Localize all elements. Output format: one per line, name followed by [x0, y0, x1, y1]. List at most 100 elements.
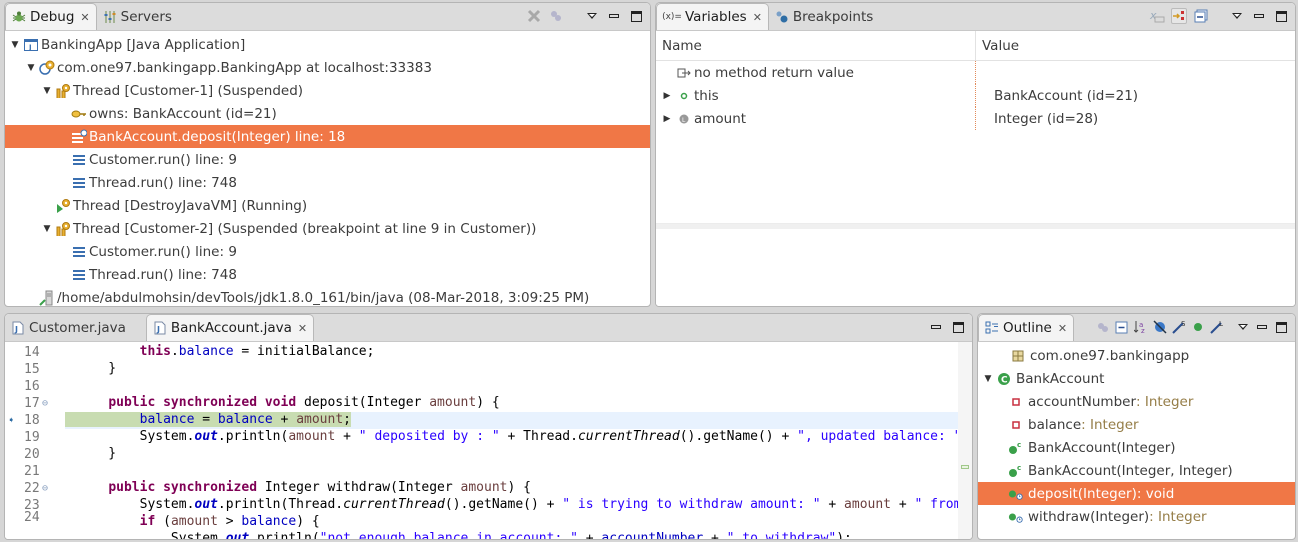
fold-collapse-icon[interactable]: ⊖ — [42, 483, 48, 494]
debug-tree-item-label: Thread [Customer-2] (Suspended (breakpoi… — [73, 220, 537, 237]
tab-variables[interactable]: (x)= Variables ✕ — [656, 3, 769, 30]
stack-frame-icon — [71, 244, 87, 260]
minimize-icon[interactable] — [1254, 319, 1270, 335]
variables-detail-pane[interactable] — [656, 229, 1295, 306]
close-tab-icon[interactable]: ✕ — [753, 11, 762, 24]
debug-tree-item[interactable]: ▼ com.one97.bankingapp.BankingApp at loca… — [5, 56, 650, 79]
maximize-icon[interactable] — [1273, 319, 1289, 335]
debug-tree-item[interactable]: Customer.run() line: 9 — [5, 148, 650, 171]
debug-tree-item-label: /home/abdulmohsin/devTools/jdk1.8.0_161/… — [57, 289, 590, 306]
sync-method-icon — [1008, 509, 1024, 525]
variables-icon: (x)= — [662, 12, 682, 22]
expand-arrow-icon[interactable]: ▶ — [660, 91, 674, 101]
debug-tree-item[interactable]: Thread.run() line: 748 — [5, 263, 650, 286]
fold-collapse-icon[interactable]: ⊖ — [42, 398, 48, 409]
line-number: 24 — [24, 510, 40, 525]
process-icon — [39, 290, 55, 306]
minimize-icon[interactable] — [606, 8, 622, 24]
maximize-icon[interactable] — [628, 8, 644, 24]
close-tab-icon[interactable]: ✕ — [298, 322, 307, 335]
package-icon — [1010, 348, 1026, 364]
code-line: 24 if (amount > balance) { — [5, 510, 972, 531]
outline-item[interactable]: c BankAccount(Integer) — [978, 436, 1295, 459]
sort-icon[interactable]: az — [1133, 319, 1149, 335]
maximize-icon[interactable] — [1273, 8, 1289, 24]
view-options-icon[interactable] — [548, 8, 564, 24]
debug-tree-item[interactable]: Thread.run() line: 748 — [5, 171, 650, 194]
hide-non-public-icon[interactable] — [1190, 319, 1206, 335]
view-menu-icon[interactable] — [584, 8, 600, 24]
collapse-all-icon[interactable] — [1193, 8, 1209, 24]
close-tab-icon[interactable]: ✕ — [80, 11, 89, 24]
focus-on-active-task-icon[interactable] — [1095, 319, 1111, 335]
overview-ruler[interactable] — [958, 342, 972, 539]
debug-tree-item[interactable]: Thread [DestroyJavaVM] (Running) — [5, 194, 650, 217]
hide-static-icon[interactable]: S — [1171, 319, 1187, 335]
view-menu-icon[interactable] — [1229, 8, 1245, 24]
variable-row[interactable]: ▶ this BankAccount (id=21) — [656, 84, 1295, 107]
close-tab-icon[interactable]: ✕ — [1058, 322, 1067, 335]
debug-tree-item-label: BankAccount.deposit(Integer) line: 18 — [89, 128, 346, 145]
column-header-value[interactable]: Value — [976, 31, 1019, 60]
thread-suspended-icon — [55, 83, 71, 99]
editor-area: J Customer.java J BankAccount.java ✕ 14 … — [4, 313, 973, 540]
debug-tree-item[interactable]: /home/abdulmohsin/devTools/jdk1.8.0_161/… — [5, 286, 650, 306]
outline-item-label: balance — [1028, 416, 1082, 433]
maximize-icon[interactable] — [950, 319, 966, 335]
tab-bankaccount-java[interactable]: J BankAccount.java ✕ — [145, 314, 315, 341]
outline-item[interactable]: com.one97.bankingapp — [978, 344, 1295, 367]
debug-tree-item[interactable]: ▼ Thread [Customer-1] (Suspended) — [5, 79, 650, 102]
private-field-icon — [1008, 417, 1024, 433]
tab-breakpoints[interactable]: Breakpoints — [769, 3, 879, 30]
variables-tabbar: (x)= Variables ✕ Breakpoints x — [656, 3, 1295, 31]
code-line: 16 — [5, 378, 972, 395]
view-menu-icon[interactable] — [1235, 319, 1251, 335]
tab-servers[interactable]: Servers — [97, 3, 178, 30]
outline-item[interactable]: ▼ C BankAccount — [978, 367, 1295, 390]
remove-terminated-icon[interactable] — [526, 8, 542, 24]
hide-local-types-icon[interactable]: L — [1209, 319, 1225, 335]
outline-item[interactable]: c BankAccount(Integer, Integer) — [978, 459, 1295, 482]
debug-tree-item[interactable]: ▼ J BankingApp [Java Application] — [5, 33, 650, 56]
constructor-icon: c — [1008, 463, 1024, 479]
line-number: 21 — [24, 464, 40, 479]
ruler-marker[interactable] — [961, 465, 969, 469]
variable-row[interactable]: ▶ Lamount Integer (id=28) — [656, 107, 1295, 130]
expand-arrow-icon[interactable]: ▼ — [25, 63, 37, 73]
collapse-all-icon[interactable] — [1114, 319, 1130, 335]
variable-name: no method return value — [694, 64, 854, 81]
expand-arrow-icon[interactable]: ▶ — [660, 114, 674, 124]
debug-tree-item[interactable]: ▼ Thread [Customer-2] (Suspended (breakpo… — [5, 217, 650, 240]
expand-arrow-icon[interactable]: ▼ — [9, 40, 21, 50]
expand-arrow-icon[interactable]: ▼ — [41, 224, 53, 234]
line-number: 16 — [24, 379, 40, 394]
sync-method-icon — [1008, 486, 1024, 502]
tab-outline[interactable]: Outline ✕ — [978, 314, 1075, 341]
tab-debug[interactable]: Debug ✕ — [5, 3, 97, 30]
debug-tree-item[interactable]: owns: BankAccount (id=21) — [5, 102, 650, 125]
show-type-names-icon[interactable]: x — [1149, 8, 1165, 24]
code-editor[interactable]: 14 this.balance = initialBalance; 15 } 1… — [5, 342, 972, 539]
expand-arrow-icon[interactable]: ▼ — [41, 86, 53, 96]
line-number: 18 — [24, 413, 40, 428]
bug-icon — [12, 10, 26, 24]
outline-item[interactable]: accountNumber : Integer — [978, 390, 1295, 413]
expand-arrow-icon[interactable]: ▼ — [982, 374, 994, 384]
debug-tree: ▼ J BankingApp [Java Application] ▼ com.one9… — [5, 31, 650, 306]
debug-tree-item-label: owns: BankAccount (id=21) — [89, 105, 277, 122]
debug-tree-item[interactable]: BankAccount.deposit(Integer) line: 18 — [5, 125, 650, 148]
minimize-icon[interactable] — [1251, 8, 1267, 24]
svg-text:J: J — [14, 325, 18, 334]
outline-item[interactable]: balance : Integer — [978, 413, 1295, 436]
code-line: 23 System.out.println(Thread.currentThre… — [5, 497, 972, 514]
outline-item[interactable]: withdraw(Integer) : Integer — [978, 505, 1295, 528]
column-header-name[interactable]: Name — [656, 31, 976, 60]
debug-tree-item[interactable]: Customer.run() line: 9 — [5, 240, 650, 263]
hide-fields-icon[interactable] — [1152, 319, 1168, 335]
variables-view: (x)= Variables ✕ Breakpoints x Name Valu… — [655, 2, 1296, 307]
variable-row[interactable]: no method return value — [656, 61, 1295, 84]
outline-item[interactable]: deposit(Integer) : void — [978, 482, 1295, 505]
show-logical-structure-icon[interactable] — [1171, 8, 1187, 24]
minimize-icon[interactable] — [928, 319, 944, 335]
tab-customer-java[interactable]: J Customer.java — [5, 314, 146, 341]
